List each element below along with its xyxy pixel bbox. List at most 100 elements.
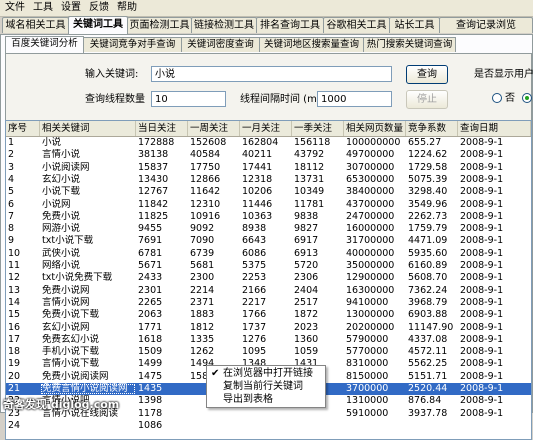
menu-settings[interactable]: 设置 <box>61 2 81 14</box>
menu-feedback[interactable]: 反馈 <box>89 2 109 14</box>
cell-month: 1766 <box>242 309 267 321</box>
table-row[interactable]: 15 免费小说下载 2063 1883 1766 1872 13000000 6903.88 2… <box>6 309 531 321</box>
radio-no[interactable] <box>492 93 502 103</box>
table-row[interactable]: 5 小说下载 12767 11642 10206 10349 38400000 3298.40… <box>6 186 531 198</box>
threads-input[interactable]: 10 <box>151 91 226 107</box>
cell-keyword: 手机小说下载 <box>42 346 100 358</box>
col-keyword[interactable]: 相关关键词 <box>40 121 136 136</box>
cell-quarter: 5720 <box>294 260 319 271</box>
cell-month: 1737 <box>242 321 267 333</box>
table-row[interactable]: 9 txt小说下载 7691 7090 6643 6917 31700000 4471.09 2… <box>6 235 531 247</box>
cell-date: 2008-9-1 <box>460 210 504 222</box>
cell-keyword: 武侠小说 <box>42 247 81 259</box>
cell-month: 10206 <box>242 186 273 198</box>
col-date[interactable]: 查询日期 <box>458 121 531 136</box>
stop-button[interactable]: 停止 <box>406 90 448 109</box>
cell-competition: 2262.73 <box>408 210 448 222</box>
cell-competition: 2520.44 <box>408 383 448 394</box>
col-today[interactable]: 当日关注 <box>136 121 188 136</box>
table-row[interactable]: 8 网游小说 9455 9092 8938 9827 16000000 1759.79 2008… <box>6 223 531 235</box>
cell-today: 38138 <box>138 149 169 161</box>
table-row[interactable]: 16 玄幻小说网 1771 1812 1737 2023 20200000 11147.90 2… <box>6 322 531 334</box>
table-row[interactable]: 13 免费小说网 2301 2214 2166 2404 16300000 7362.24 20… <box>6 285 531 297</box>
cell-pages: 1310000 <box>346 395 389 407</box>
cell-index: 4 <box>8 173 15 185</box>
cell-quarter: 1872 <box>294 309 319 321</box>
cm-copy-keyword[interactable]: 复制当前行关键词 <box>207 380 325 393</box>
cell-pages: 16000000 <box>346 223 395 235</box>
col-month[interactable]: 一月关注 <box>240 121 292 136</box>
radio-yes[interactable] <box>522 93 532 103</box>
cell-today: 12767 <box>138 186 169 198</box>
table-row[interactable]: 10 武侠小说 6781 6739 6086 6913 40000000 5935.60 200… <box>6 248 531 260</box>
table-row[interactable]: 7 免费小说 11825 10916 10363 9838 24700000 2262.73 2… <box>6 211 531 223</box>
subtab-density-query[interactable]: 关键词密度查询 <box>181 37 260 52</box>
col-quarter[interactable]: 一季关注 <box>292 121 344 136</box>
cell-pages: 16300000 <box>346 284 395 296</box>
tab-google-tools[interactable]: 谷歌相关工具 <box>323 17 390 33</box>
table-row[interactable]: 12 txt小说免费下载 2433 2300 2253 2306 12900000 5608.… <box>6 272 531 284</box>
query-button[interactable]: 查询 <box>406 65 448 84</box>
cell-month: 5375 <box>242 260 267 271</box>
menu-help[interactable]: 帮助 <box>117 2 137 14</box>
cell-date: 2008-9-1 <box>460 223 504 235</box>
interval-input[interactable]: 1000 <box>317 91 392 107</box>
cell-pages: 8310000 <box>346 358 389 370</box>
main-tab-strip: 域名相关工具 关键词工具 页面检测工具 链接检测工具 排名查询工具 谷歌相关工具… <box>0 16 533 34</box>
tab-query-history[interactable]: 查询记录浏览 <box>439 17 533 33</box>
cell-keyword: 小说 <box>42 137 62 148</box>
keyword-input[interactable]: 小说 <box>151 66 392 82</box>
cell-quarter: 11781 <box>294 198 325 210</box>
subtab-competitor-query[interactable]: 关键词竞争对手查询 <box>83 37 182 52</box>
table-row[interactable]: 17 免费玄幻小说 1618 1335 1276 1360 5790000 4337.08 20… <box>6 334 531 346</box>
cell-keyword: 小说下载 <box>42 186 81 198</box>
cell-keyword: 免费言情小说阅读网 <box>40 383 136 395</box>
cell-month: 162804 <box>242 137 279 148</box>
subtab-hot-keywords[interactable]: 热门搜索关键词查询 <box>363 37 456 52</box>
sub-tab-strip: 百度关键词分析 关键词竞争对手查询 关键词密度查询 关键词地区搜索量查询 热门搜… <box>5 36 530 53</box>
cm-export-table-label: 导出到表格 <box>223 394 273 405</box>
cell-week: 1262 <box>190 346 215 358</box>
cell-index: 2 <box>8 149 15 161</box>
subtab-region-search[interactable]: 关键词地区搜索量查询 <box>259 37 364 52</box>
cell-week: 152608 <box>190 137 227 148</box>
table-row[interactable]: 3 小说阅读网 15837 17750 17441 18112 30700000 1729.5… <box>6 162 531 174</box>
cell-competition: 4572.11 <box>408 346 448 358</box>
col-competition[interactable]: 竞争系数 <box>406 121 458 136</box>
col-index[interactable]: 序号 <box>6 121 40 136</box>
cell-month: 40211 <box>242 149 273 161</box>
table-row[interactable]: 4 玄幻小说 13430 12866 12318 13731 65300000 5075.39… <box>6 174 531 186</box>
cell-keyword: 玄幻小说网 <box>42 321 90 333</box>
table-row[interactable]: 6 小说网 11842 12310 11446 11781 43700000 3549.96 2… <box>6 199 531 211</box>
table-row[interactable]: 2 言情小说 38138 40584 40211 43792 49700000 1224.62… <box>6 149 531 161</box>
cell-today: 1178 <box>138 407 163 419</box>
tab-link-check[interactable]: 链接检测工具 <box>191 17 257 33</box>
subtab-baidu-analysis[interactable]: 百度关键词分析 <box>5 36 84 53</box>
tab-domain-tools[interactable]: 域名相关工具 <box>2 17 69 33</box>
tab-page-check[interactable]: 页面检测工具 <box>127 17 192 33</box>
menu-tools[interactable]: 工具 <box>33 2 53 14</box>
cell-index: 16 <box>8 321 21 333</box>
cell-pages <box>344 420 406 432</box>
cell-competition: 1729.58 <box>408 161 448 173</box>
col-pages[interactable]: 相关网页数量 <box>344 121 406 136</box>
cell-pages: 13000000 <box>346 309 395 321</box>
cell-competition: 6903.88 <box>408 309 448 321</box>
table-row[interactable]: 1 小说 172888 152608 162804 156118 100000000 655.… <box>6 137 531 149</box>
cell-index: 10 <box>8 247 21 259</box>
cell-week: 12310 <box>190 198 221 210</box>
table-row[interactable]: 18 手机小说下载 1509 1262 1095 1059 5770000 4572.11 20… <box>6 346 531 358</box>
tab-keyword-tools[interactable]: 关键词工具 <box>68 16 128 34</box>
cm-export-table[interactable]: 导出到表格 <box>207 393 325 406</box>
cell-today: 6781 <box>138 247 163 259</box>
tab-rank-query[interactable]: 排名查询工具 <box>256 17 324 33</box>
cell-competition: 3968.79 <box>408 296 448 308</box>
table-row[interactable]: 24 1086 <box>6 420 531 432</box>
col-week[interactable]: 一周关注 <box>188 121 240 136</box>
cell-quarter: 2023 <box>294 321 319 333</box>
tab-webmaster-tools[interactable]: 站长工具 <box>389 17 440 33</box>
cm-open-in-browser[interactable]: ✔ 在浏览器中打开链接 <box>207 367 325 380</box>
menu-file[interactable]: 文件 <box>5 2 25 14</box>
table-row[interactable]: 11 网络小说 5671 5681 5375 5720 35000000 6160.89 200… <box>6 260 531 272</box>
table-row[interactable]: 14 言情小说网 2265 2371 2217 2517 9410000 3968.79 200… <box>6 297 531 309</box>
